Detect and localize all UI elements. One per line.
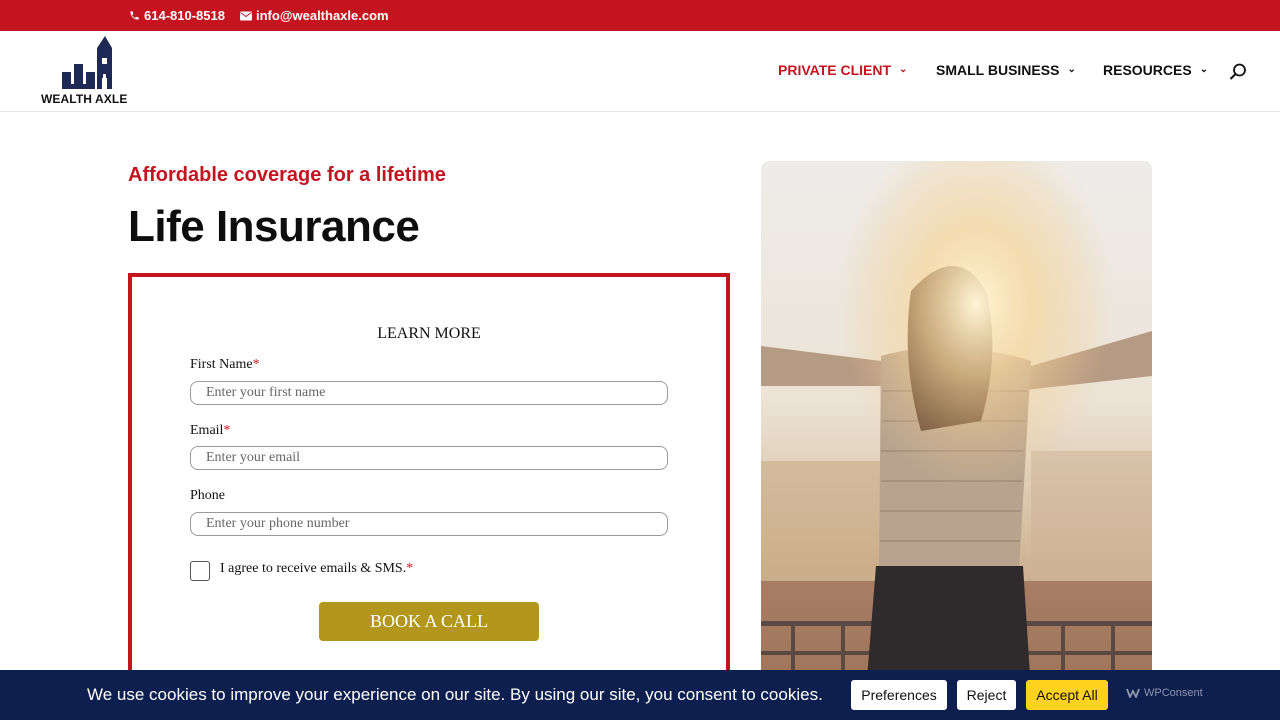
- email-label-text: Email: [190, 423, 224, 438]
- nav-label: PRIVATE CLIENT: [778, 62, 892, 78]
- wpconsent-logo-icon: [1126, 688, 1140, 698]
- form-heading: LEARN MORE: [377, 325, 481, 342]
- search-icon[interactable]: [1229, 63, 1247, 81]
- book-a-call-button[interactable]: BOOK A CALL: [319, 602, 539, 641]
- wpconsent-text: WPConsent: [1144, 687, 1203, 699]
- phone-icon: [130, 11, 139, 20]
- required-mark: *: [223, 423, 231, 438]
- cookie-accept-all-button[interactable]: Accept All: [1026, 680, 1108, 710]
- cookie-message: We use cookies to improve your experienc…: [87, 685, 823, 704]
- consent-checkbox[interactable]: [190, 561, 210, 581]
- chevron-down-icon: ⌄: [1067, 63, 1076, 75]
- phone-link[interactable]: 614-810-8518: [129, 8, 225, 23]
- consent-label: I agree to receive emails & SMS.*: [220, 561, 413, 577]
- first-name-label: First Name*: [190, 357, 260, 373]
- logo-text: WEALTH AXLE: [41, 92, 128, 106]
- email-address: info@wealthaxle.com: [256, 8, 389, 23]
- required-mark: *: [252, 357, 260, 372]
- phone-label: Phone: [190, 488, 225, 503]
- chevron-down-icon: ⌄: [1199, 63, 1209, 75]
- chevron-down-icon: ⌄: [899, 63, 908, 75]
- learn-more-form: LEARN MORE First Name* Email* Phone I ag…: [128, 273, 730, 720]
- cookie-consent-banner: We use cookies to improve your experienc…: [0, 670, 1280, 720]
- page-title: Life Insurance: [128, 202, 420, 251]
- nav-small-business[interactable]: SMALL BUSINESS ⌄: [936, 62, 1076, 78]
- hero-tagline: Affordable coverage for a lifetime: [128, 164, 446, 186]
- wpconsent-brand[interactable]: WPConsent: [1126, 687, 1203, 699]
- email-input[interactable]: [190, 446, 668, 470]
- first-name-label-text: First Name: [190, 357, 253, 372]
- cookie-reject-button[interactable]: Reject: [957, 680, 1016, 710]
- mail-icon: [240, 11, 252, 20]
- cookie-preferences-button[interactable]: Preferences: [851, 680, 947, 710]
- email-label: Email*: [190, 423, 230, 439]
- logo-mark-icon: [62, 36, 112, 89]
- required-mark: *: [406, 561, 414, 576]
- phone-number: 614-810-8518: [144, 8, 225, 23]
- nav-resources[interactable]: RESOURCES ⌄: [1103, 62, 1208, 78]
- site-header: WEALTH AXLE PRIVATE CLIENT ⌄ SMALL BUSIN…: [0, 31, 1280, 112]
- consent-label-text: I agree to receive emails & SMS.: [220, 561, 407, 576]
- hero-photo-woman-arms-outstretched: [761, 161, 1152, 691]
- nav-label: SMALL BUSINESS: [936, 62, 1060, 78]
- top-contact-bar: 614-810-8518 info@wealthaxle.com: [0, 0, 1280, 31]
- nav-private-client[interactable]: PRIVATE CLIENT ⌄: [778, 62, 907, 78]
- first-name-input[interactable]: [190, 381, 668, 405]
- nav-label: RESOURCES: [1103, 62, 1192, 78]
- email-link[interactable]: info@wealthaxle.com: [240, 8, 389, 23]
- phone-input[interactable]: [190, 512, 668, 536]
